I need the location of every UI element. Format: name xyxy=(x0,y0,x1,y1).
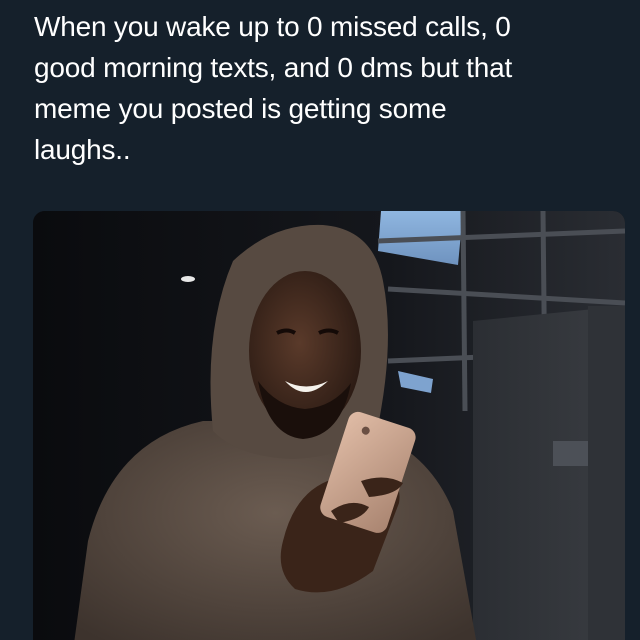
meme-photo[interactable] xyxy=(33,211,625,640)
distant-light xyxy=(181,276,195,282)
meme-caption: When you wake up to 0 missed calls, 0 go… xyxy=(34,11,513,165)
meme-post: When you wake up to 0 missed calls, 0 go… xyxy=(0,0,640,640)
photo-illustration xyxy=(33,211,625,640)
wall-pillar xyxy=(588,306,625,640)
